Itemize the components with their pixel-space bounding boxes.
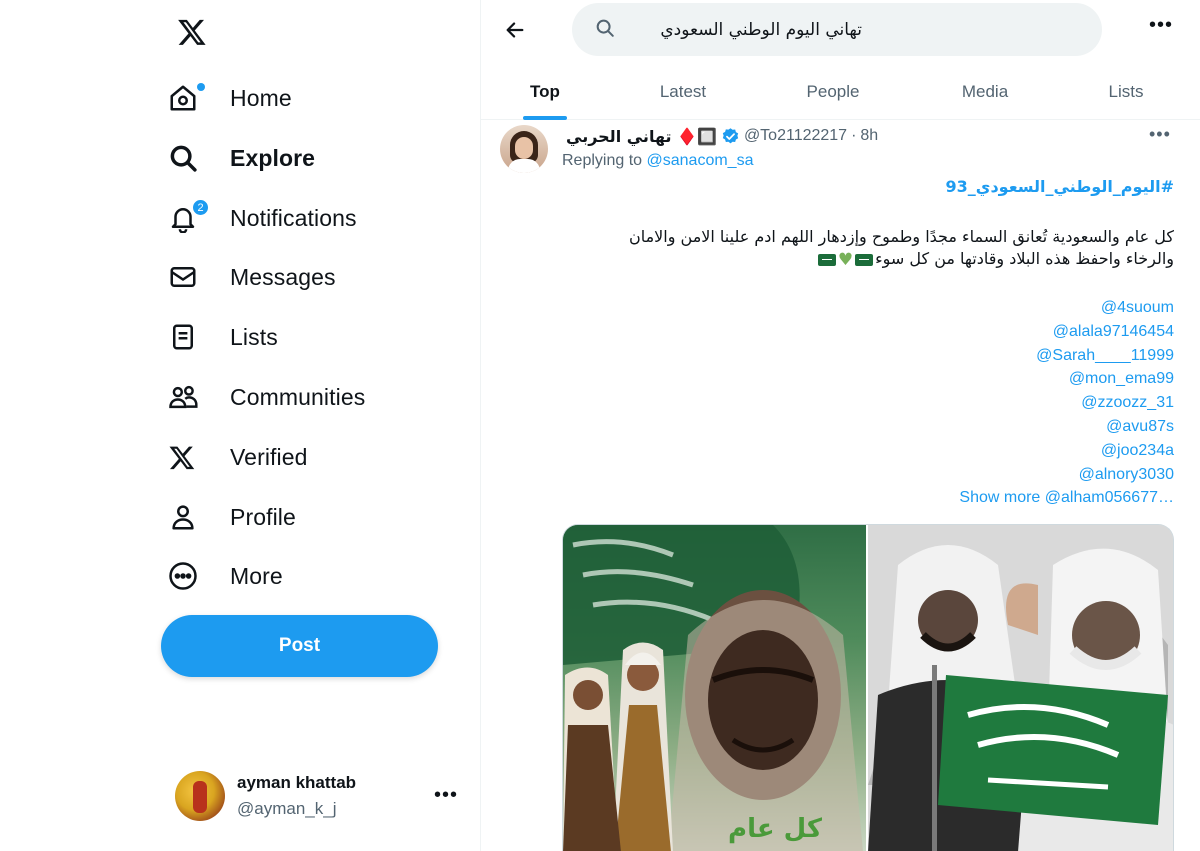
x-logo-icon (168, 442, 214, 472)
verified-badge-icon (721, 127, 740, 146)
tweet-author-name[interactable]: تهاني الحربي ♦️🔲 (566, 127, 717, 146)
back-arrow-icon[interactable] (499, 14, 531, 46)
tweet-separator: · (851, 127, 857, 144)
tweet-media[interactable]: كل عام (562, 524, 1174, 851)
nav-profile[interactable]: Profile (168, 491, 296, 543)
envelope-icon (168, 262, 214, 292)
mention-link[interactable]: @alala97146454 (566, 320, 1174, 344)
account-switcher[interactable]: ayman khattab @ayman_k_j ••• (166, 762, 466, 830)
search-icon (594, 17, 616, 44)
search-header: ••• (481, 0, 1200, 60)
nav-more-label: More (230, 562, 283, 589)
nav-home-label: Home (230, 84, 292, 111)
mention-link[interactable]: @avu87s (566, 415, 1174, 439)
search-tabs: Top Latest People Media Lists (481, 64, 1200, 120)
tab-media[interactable]: Media (909, 64, 1061, 120)
green-heart-icon: ♥ (837, 249, 854, 270)
nav-profile-label: Profile (230, 503, 296, 530)
tweet-author-avatar[interactable] (500, 125, 548, 173)
people-icon (168, 382, 214, 412)
nav-verified-label: Verified (230, 443, 308, 470)
mention-last-row: Show more @alham056677… (566, 486, 1174, 510)
account-name: ayman khattab (237, 773, 357, 792)
replying-to: Replying to @sanacom_sa (562, 152, 753, 170)
nav-communities-label: Communities (230, 383, 366, 410)
nav-lists-label: Lists (230, 323, 278, 350)
tweet-text-line-2-text: والرخاء واحفظ هذه البلاد وقادتها من كل س… (875, 249, 1174, 268)
search-input[interactable] (634, 11, 862, 49)
tab-top-label: Top (530, 82, 560, 101)
x-logo-icon[interactable] (172, 12, 212, 52)
tab-media-label: Media (961, 82, 1009, 101)
list-icon (168, 322, 214, 352)
mention-link[interactable]: @4suoum (566, 296, 1174, 320)
post-button[interactable]: Post (161, 615, 438, 677)
tweet-hashtag[interactable]: #اليوم_الوطني_السعودي_93 (566, 177, 1174, 196)
mention-link[interactable]: @joo234a (566, 439, 1174, 463)
nav-communities[interactable]: Communities (168, 371, 365, 423)
tweet-more-icon[interactable]: ••• (1149, 124, 1171, 145)
mention-link[interactable]: @mon_ema99 (566, 367, 1174, 391)
tab-lists-label: Lists (1108, 82, 1144, 101)
mention-link[interactable]: @zzoozz_31 (566, 391, 1174, 415)
tweet[interactable]: تهاني الحربي ♦️🔲 @To21122217 · 8h ••• Re… (481, 120, 1200, 851)
nav-explore[interactable]: Explore (168, 132, 315, 184)
home-unread-dot (197, 83, 205, 91)
nav-explore-label: Explore (230, 144, 316, 171)
account-handle: @ayman_k_j (237, 799, 337, 818)
bell-icon: 2 (168, 199, 214, 233)
tab-latest[interactable]: Latest (609, 64, 757, 120)
avatar (175, 771, 225, 821)
replying-to-label: Replying to (562, 152, 643, 169)
primary-navigation: Home Explore 2 Notifications Messages Li… (0, 0, 480, 851)
saudi-flag-icon (855, 253, 874, 266)
nav-verified[interactable]: Verified (168, 431, 308, 483)
tab-people-label: People (806, 82, 860, 101)
notifications-badge: 2 (192, 199, 209, 216)
tweet-text: كل عام والسعودية تُعانق السماء مجدًا وطم… (566, 226, 1174, 271)
more-circle-icon (168, 561, 214, 591)
mention-link[interactable]: @alnory3030 (566, 463, 1174, 487)
search-box[interactable] (572, 3, 1102, 56)
more-options-icon[interactable]: ••• (1149, 14, 1173, 37)
saudi-flag-icon (817, 253, 836, 266)
media-image-right[interactable] (868, 525, 1173, 851)
person-icon (168, 502, 214, 532)
mention-link[interactable]: @Sarah____11999 (566, 344, 1174, 368)
nav-more[interactable]: More (168, 550, 283, 602)
nav-home[interactable]: Home (168, 72, 292, 124)
tab-latest-label: Latest (659, 82, 707, 101)
media-caption: كل عام (728, 814, 823, 844)
tweet-timestamp[interactable]: 8h (860, 127, 878, 145)
nav-messages-label: Messages (230, 263, 336, 290)
nav-notifications[interactable]: 2 Notifications (168, 192, 357, 244)
tweet-text-line-1: كل عام والسعودية تُعانق السماء مجدًا وطم… (628, 227, 1174, 246)
nav-notifications-label: Notifications (230, 204, 357, 231)
tweet-author-handle[interactable]: @To21122217 (744, 127, 847, 145)
mention-list: @4suoum @alala97146454 @Sarah____11999 @… (566, 296, 1174, 510)
show-more-link[interactable]: Show more (959, 489, 1040, 506)
mention-link[interactable]: @alham056677… (1045, 489, 1174, 506)
nav-lists[interactable]: Lists (168, 311, 278, 363)
tab-people[interactable]: People (757, 64, 909, 120)
tweet-header: تهاني الحربي ♦️🔲 @To21122217 · 8h (566, 125, 878, 147)
replying-to-link[interactable]: @sanacom_sa (647, 152, 754, 169)
account-more-icon[interactable]: ••• (434, 784, 458, 807)
tab-top[interactable]: Top (481, 64, 609, 120)
tweet-text-line-2: والرخاء واحفظ هذه البلاد وقادتها من كل س… (566, 248, 1174, 271)
tab-lists[interactable]: Lists (1061, 64, 1191, 120)
home-icon (168, 83, 214, 113)
media-image-left[interactable]: كل عام (563, 525, 866, 851)
search-icon (168, 143, 214, 173)
nav-messages[interactable]: Messages (168, 251, 336, 303)
search-results-column: ••• Top Latest People Media Lists تهاني … (480, 0, 1200, 851)
